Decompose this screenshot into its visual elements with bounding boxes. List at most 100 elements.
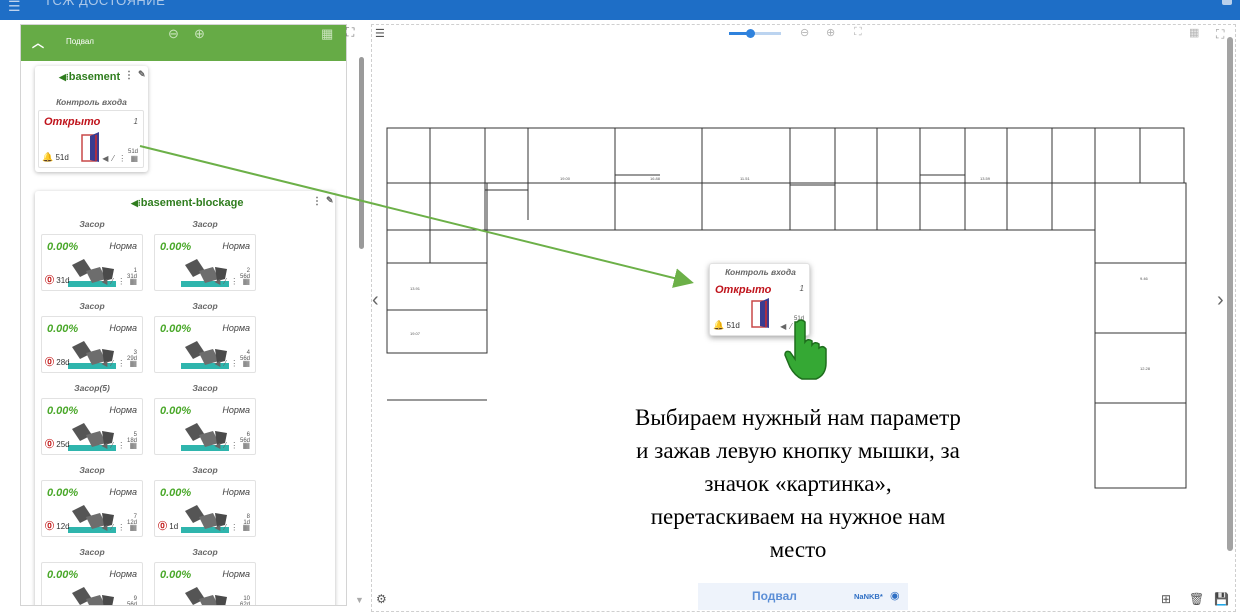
widget-alarm: ⓪ 1d [158,521,179,531]
grid-view-icon[interactable]: ▦ [1189,26,1199,39]
widget-alarm: 🔔 51d [42,152,69,162]
widget-blockage[interactable]: 0.00% Норма 2 56d ◀︎ ⁄ ⋮ ▦ [154,234,256,291]
hand-cursor-icon [784,319,827,380]
widget-blockage[interactable]: 0.00% Норма 6 56d ◀︎ ⁄ ⋮ ▦ [154,398,256,455]
widget-title: Контроль входа [725,267,796,277]
widget-title: Засор [192,465,218,475]
widget-title: Засор [192,301,218,311]
settings-icon[interactable] [1222,0,1232,5]
add-file-icon[interactable]: ⊞ [1161,592,1171,606]
svg-text:13.59: 13.59 [980,176,991,181]
panel-floor-title: Подвал [66,37,94,46]
widget-blockage[interactable]: 0.00%Норма 956d◀︎ ⁄ ⋮ ▦ [41,562,143,606]
device-menu-icon[interactable]: ⋮ [312,196,322,207]
scroll-down-icon[interactable]: ▼ [355,595,364,605]
widget-status: Норма [222,569,250,579]
panel-scrollbar[interactable] [359,57,364,249]
svg-text:19.07: 19.07 [410,331,421,336]
zoom-out-icon[interactable]: ⊖ [800,26,809,39]
previous-floor-arrow[interactable]: ‹ [372,289,379,312]
widget-value: 0.00% [47,569,79,581]
widget-age: 56d [126,602,137,606]
widget-tools[interactable]: ◀︎ ⁄ ⋮ ▦ [102,154,139,163]
widget-value: 0.00% [160,569,192,581]
widget-entry-control[interactable]: Открыто 1 51d 🔔 51d ◀︎ ⁄ ⋮ ▦ [38,110,144,168]
collapse-chevron-icon[interactable]: ︿ [32,34,44,51]
menu-icon[interactable]: ☰ [8,0,21,15]
widget-tools[interactable]: ◀︎ ⁄ ⋮ ▦ [214,441,251,450]
widget-alarm: ⓪ 12d [45,521,70,531]
device-menu-icon[interactable]: ⋮ [124,70,134,81]
widget-alarm: ⓪ 28d [45,357,70,367]
widget-alarm: ⓪ 25d [45,439,70,449]
device-card-basement-blockage: ◀︎⁝basement-blockage ⋮ ✎ Засор 0.00% Норма… [35,191,335,606]
layout-icon[interactable]: ▦ [321,26,333,42]
widget-tools[interactable]: ◀︎ ⁄ ⋮ ▦ [101,523,138,532]
pipe-icon [72,587,114,605]
zoom-in-icon[interactable]: ⊕ [826,26,835,39]
widget-status: Норма [222,241,250,251]
widget-blockage[interactable]: 0.00% Норма 8 1d ⓪ 1d ◀︎ ⁄ ⋮ ▦ [154,480,256,537]
widget-number: 1 [133,117,138,126]
expand-corner-icon[interactable]: ⛶ [346,25,354,40]
save-icon[interactable]: 💾 [1214,592,1229,606]
visibility-eye-icon[interactable]: ◉ [890,589,900,602]
widget-title: Засор [79,301,105,311]
widget-value: 0.00% [160,241,192,253]
zoom-slider[interactable] [729,29,781,38]
widget-tools[interactable]: ◀︎ ⁄ ⋮ ▦ [214,277,251,286]
zoom-out-icon[interactable]: ⊖ [168,26,179,42]
widget-blockage[interactable]: 0.00% Норма 7 12d ⓪ 12d ◀︎ ⁄ ⋮ ▦ [41,480,143,537]
pipe-icon [185,587,227,605]
svg-text:9.46: 9.46 [1140,276,1149,281]
fullscreen-icon[interactable]: ⛶ [1216,27,1224,42]
door-open-icon [751,298,769,328]
widget-value: 0.00% [47,487,79,499]
plan-scrollbar[interactable] [1227,37,1233,551]
widget-title: Засор [79,465,105,475]
widget-age: 62d [239,602,250,606]
widget-tools[interactable]: ◀︎ ⁄ ⋮ ▦ [101,605,138,606]
delete-icon[interactable]: 🗑 [1189,592,1204,606]
widget-title: Засор [192,547,218,557]
widget-status: Норма [109,569,137,579]
widget-blockage[interactable]: 0.00% Норма 3 29d ⓪ 28d ◀︎ ⁄ ⋮ ▦ [41,316,143,373]
settings-icon[interactable]: ⚙ [376,592,387,606]
widget-tools[interactable]: ◀︎ ⁄ ⋮ ▦ [101,277,138,286]
widget-title: Засор [192,383,218,393]
instruction-text: Выбираем нужный нам параметр и зажав лев… [635,405,961,562]
widget-tools[interactable]: ◀︎ ⁄ ⋮ ▦ [214,359,251,368]
widget-blockage[interactable]: 0.00% Норма 4 56d ◀︎ ⁄ ⋮ ▦ [154,316,256,373]
widget-tools[interactable]: ◀︎ ⁄ ⋮ ▦ [101,441,138,450]
device-pin-icon[interactable]: ✎ [326,195,334,206]
fit-screen-icon[interactable]: ⛶ [854,26,862,39]
widget-tools[interactable]: ◀︎ ⁄ ⋮ ▦ [101,359,138,368]
device-card-basement: ◀︎⁝basement ⋮ ✎ Контроль входа Открыто 1… [35,66,148,172]
widget-title: Засор [79,547,105,557]
app-header: ☰ ТСЖ ДОСТОЯНИЕ [0,0,1240,20]
widget-blockage[interactable]: 0.00% Норма 5 18d ⓪ 25d ◀︎ ⁄ ⋮ ▦ [41,398,143,455]
device-name: ◀︎⁝basement-blockage [131,197,244,209]
widget-status: Открыто [44,116,101,128]
widget-status: Норма [222,323,250,333]
svg-text:12.28: 12.28 [1140,366,1151,371]
widget-title: Контроль входа [56,97,127,107]
widget-value: 0.00% [160,323,192,335]
widget-value: 0.00% [47,241,79,253]
widget-status: Норма [222,487,250,497]
widget-blockage[interactable]: 0.00%Норма 1062d◀︎ ⁄ ⋮ ▦ [154,562,256,606]
zoom-in-icon[interactable]: ⊕ [194,26,205,42]
widget-tools[interactable]: ◀︎ ⁄ ⋮ ▦ [214,605,251,606]
widget-tools[interactable]: ◀︎ ⁄ ⋮ ▦ [214,523,251,532]
widget-blockage[interactable]: 0.00% Норма 1 31d ⓪ 31d ◀︎ ⁄ ⋮ ▦ [41,234,143,291]
svg-text:11.51: 11.51 [740,176,750,181]
list-icon[interactable]: ☰ [375,27,385,40]
widget-status: Норма [109,487,137,497]
widget-value: 0.00% [160,405,192,417]
next-floor-arrow[interactable]: › [1217,289,1224,312]
app-title: ТСЖ ДОСТОЯНИЕ [44,0,166,8]
widget-value: 0.00% [47,405,79,417]
widget-status: Открыто [715,284,772,296]
device-pin-icon[interactable]: ✎ [138,69,146,80]
widget-title: Засор [79,219,105,229]
